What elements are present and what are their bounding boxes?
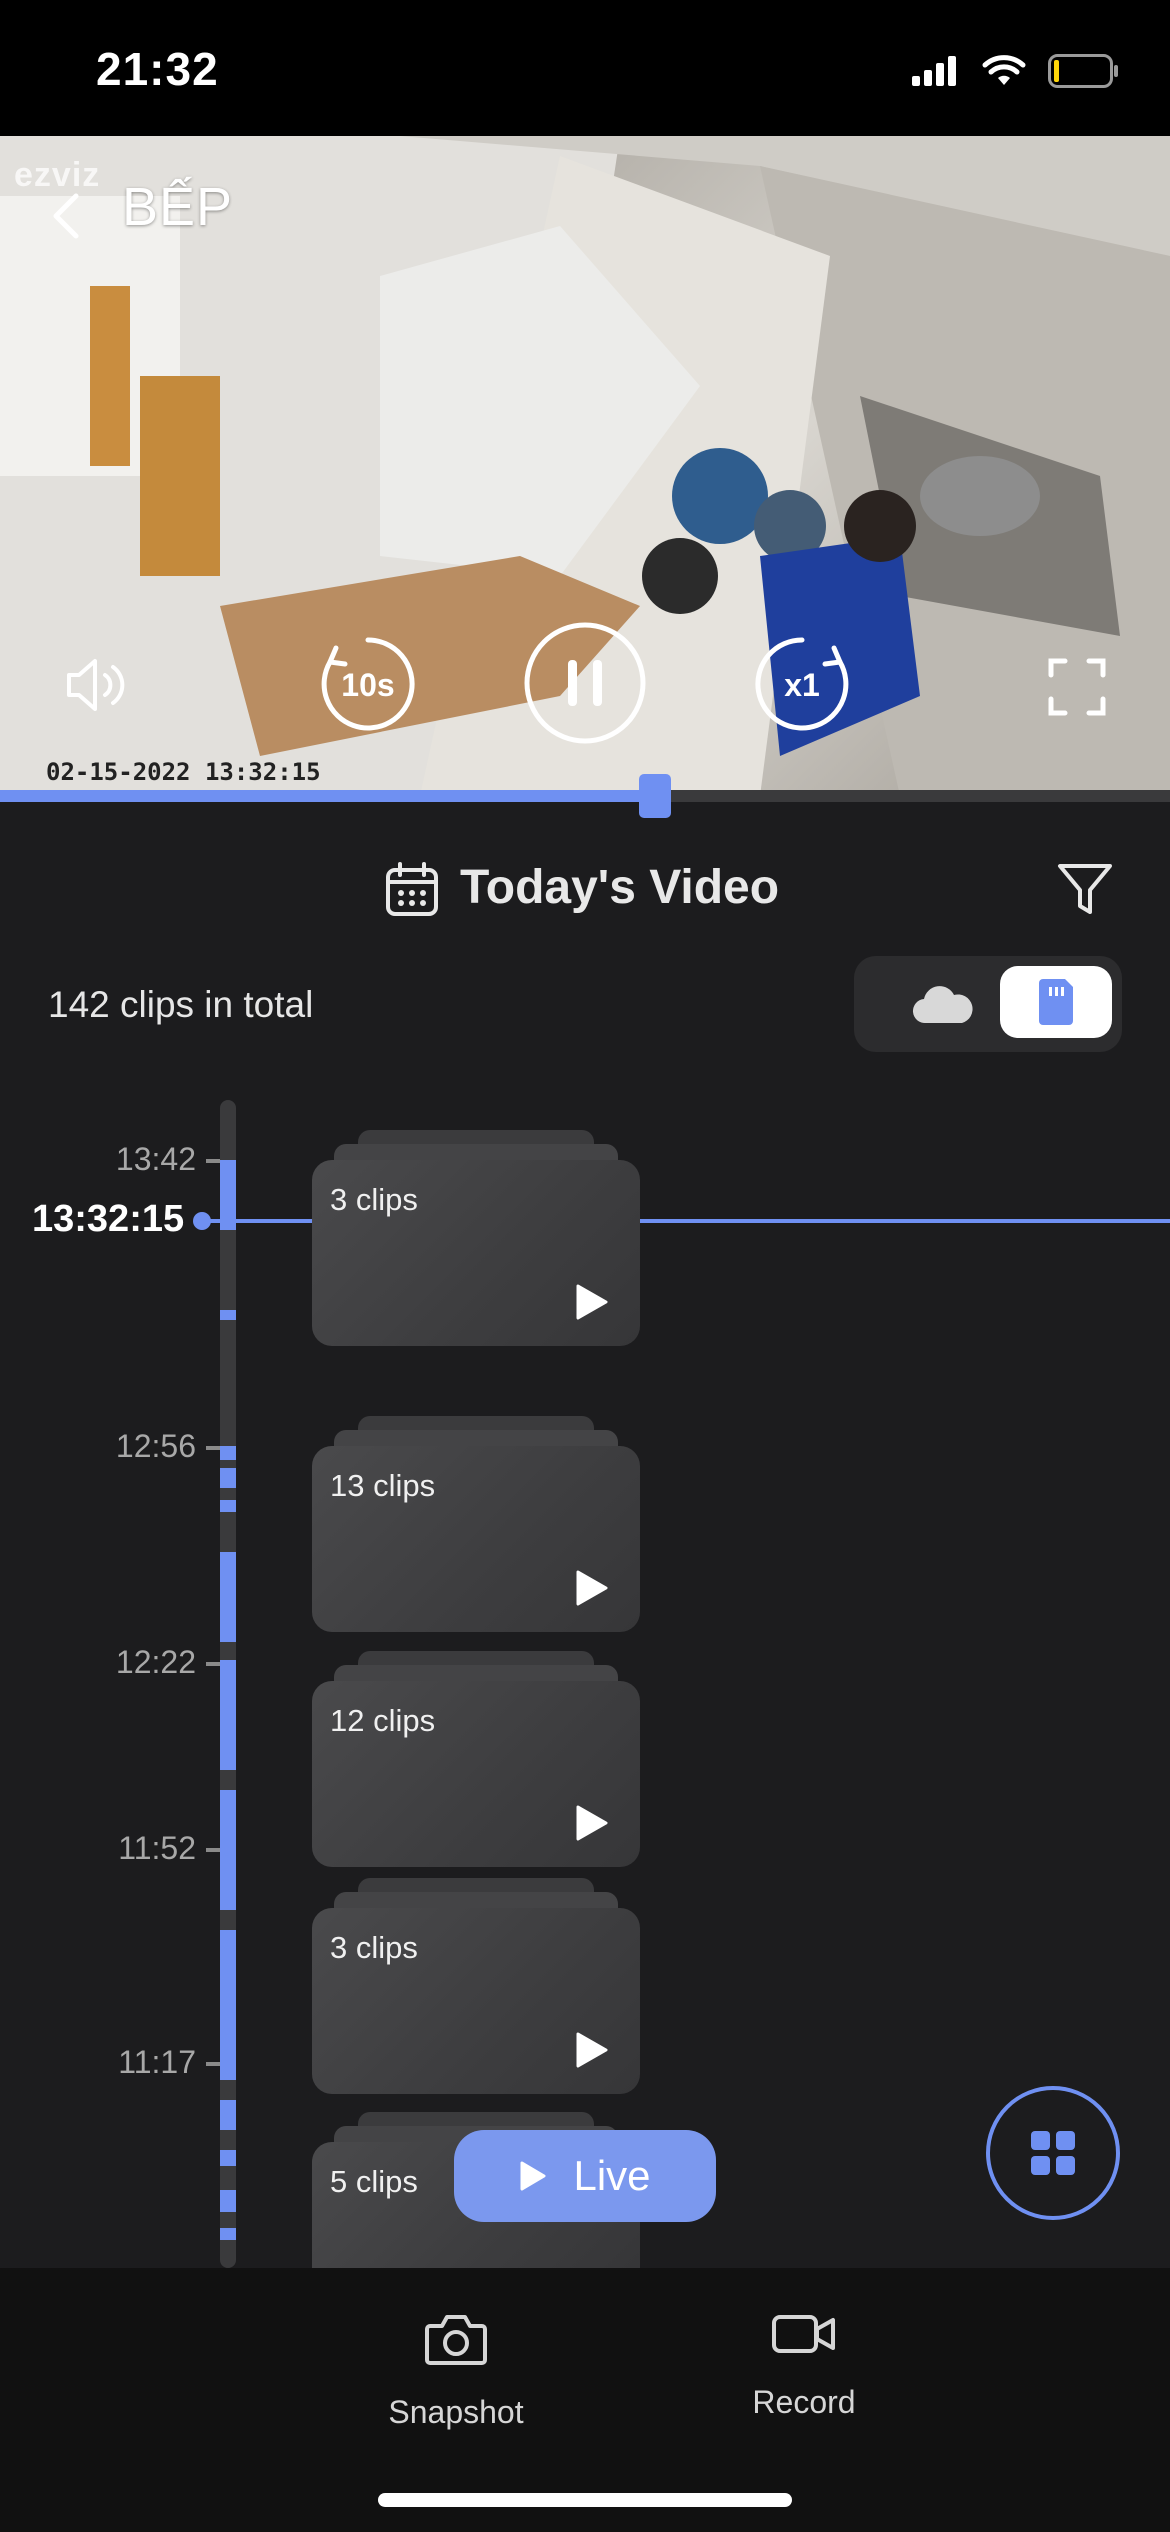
recording-segment xyxy=(220,1552,236,1642)
rewind-label: 10s xyxy=(341,667,394,703)
rewind-10s-button[interactable]: 10s xyxy=(318,634,418,734)
timeline-tick xyxy=(206,1159,220,1163)
live-label: Live xyxy=(573,2152,651,2199)
recording-segment xyxy=(220,2150,236,2166)
recording-segment xyxy=(220,1446,236,1460)
clip-group-card[interactable]: 13 clips xyxy=(312,1416,640,1632)
clip-group-card[interactable]: 3 clips xyxy=(312,1878,640,2094)
clip-count: 3 clips xyxy=(330,1182,418,1217)
calendar-icon[interactable] xyxy=(384,862,440,918)
battery-icon xyxy=(1048,54,1118,88)
fullscreen-button[interactable] xyxy=(1040,650,1114,724)
snapshot-label: Snapshot xyxy=(388,2394,524,2430)
video-camera-icon xyxy=(772,2315,835,2353)
pause-button[interactable] xyxy=(522,620,648,746)
play-icon[interactable] xyxy=(574,1282,610,1322)
sd-card-option[interactable] xyxy=(1000,966,1112,1038)
current-time-label: 13:32:15 xyxy=(32,1198,185,1240)
play-icon[interactable] xyxy=(574,2030,610,2070)
timeline-track[interactable] xyxy=(220,1100,236,2268)
sd-card-icon xyxy=(1039,979,1073,1025)
storage-toggle xyxy=(854,956,1122,1052)
page-title: Today's Video xyxy=(460,861,780,914)
back-button[interactable] xyxy=(50,176,110,256)
playback-speed-button[interactable]: x1 xyxy=(752,634,852,734)
video-player[interactable]: ezviz BẾP 10s x1 02-15-2022 13:32:15 xyxy=(0,136,1170,796)
recording-segment xyxy=(220,1790,236,1910)
record-label: Record xyxy=(752,2384,856,2420)
filter-icon[interactable] xyxy=(1056,860,1114,918)
speaker-icon xyxy=(67,659,125,711)
recording-segment xyxy=(220,1930,236,2080)
clip-count: 5 clips xyxy=(330,2164,418,2199)
clip-group-card[interactable]: 12 clips xyxy=(312,1651,640,1867)
clip-count: 13 clips xyxy=(330,1468,436,1503)
playback-progress-bar[interactable] xyxy=(0,774,1170,818)
grid-view-button[interactable] xyxy=(986,2086,1120,2220)
recording-segment xyxy=(220,2100,236,2130)
recording-segment xyxy=(220,1310,236,1320)
play-icon xyxy=(520,2161,546,2191)
status-bar: 21:32 xyxy=(0,0,1170,136)
clip-count: 12 clips xyxy=(330,1703,436,1738)
clip-count: 3 clips xyxy=(330,1930,418,1965)
camera-title: BẾP xyxy=(122,177,234,237)
record-button[interactable]: Record xyxy=(694,2312,914,2421)
recording-segment xyxy=(220,1468,236,1488)
clips-total: 142 clips in total xyxy=(48,984,314,1025)
timeline-tick xyxy=(206,1848,220,1852)
status-time: 21:32 xyxy=(96,43,219,95)
cloud-storage-option[interactable] xyxy=(888,970,998,1040)
pause-icon xyxy=(524,622,646,744)
grid-icon xyxy=(1031,2131,1075,2175)
video-timestamp: 02-15-2022 13:32:15 xyxy=(46,758,321,786)
progress-thumb[interactable] xyxy=(639,774,672,818)
recording-segment xyxy=(220,2190,236,2212)
speed-label: x1 xyxy=(784,667,820,703)
home-indicator xyxy=(378,2493,792,2507)
mute-button[interactable] xyxy=(58,648,132,722)
fullscreen-icon xyxy=(1048,658,1106,716)
today-header: Today's Video xyxy=(0,848,1170,928)
timeline-tick-label: 13:42 xyxy=(115,1141,196,1177)
cellular-signal-icon xyxy=(912,56,956,86)
speed-icon: x1 xyxy=(755,637,849,731)
timeline-tick-label: 12:56 xyxy=(115,1428,196,1464)
play-icon[interactable] xyxy=(574,1568,610,1608)
camera-icon xyxy=(425,2315,487,2365)
play-icon[interactable] xyxy=(574,1803,610,1843)
wifi-icon xyxy=(982,55,1026,85)
cloud-icon xyxy=(912,986,973,1024)
timeline-tick-label: 12:22 xyxy=(115,1644,196,1680)
timeline-tick-label: 11:17 xyxy=(118,2044,196,2080)
timeline-tick xyxy=(206,1662,220,1666)
clip-group-card[interactable]: 3 clips xyxy=(312,1130,640,1346)
recording-segment xyxy=(220,1500,236,1512)
timeline-tick xyxy=(206,1446,220,1450)
status-icons xyxy=(912,54,1120,88)
current-time-dot xyxy=(193,1212,211,1230)
timeline-tick-label: 11:52 xyxy=(118,1830,196,1866)
live-button[interactable]: Live xyxy=(454,2130,716,2222)
timeline-tick xyxy=(206,2062,220,2066)
progress-fill xyxy=(0,790,656,802)
chevron-left-icon xyxy=(53,193,79,239)
rewind-icon: 10s xyxy=(321,637,415,731)
recording-segment xyxy=(220,2228,236,2240)
snapshot-button[interactable]: Snapshot xyxy=(346,2312,566,2431)
recording-segment xyxy=(220,1660,236,1770)
